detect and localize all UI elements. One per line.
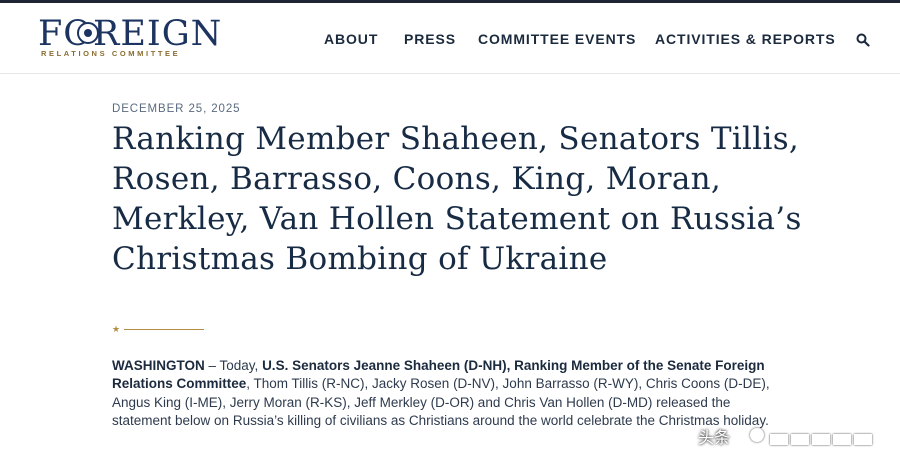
watermark-label: 头条 — [698, 428, 731, 447]
source-watermark: 头条 — [698, 424, 888, 448]
article-intro: WASHINGTON – Today, U.S. Senators Jeanne… — [112, 357, 777, 430]
site-header: FOREIGN RELATIONS COMMITTEE ABOUT PRESS … — [0, 3, 900, 74]
star-icon: ★ — [112, 324, 121, 334]
article-title: Ranking Member Shaheen, Senators Tillis,… — [112, 121, 802, 277]
article-date: DECEMBER 25, 2025 — [112, 103, 241, 115]
divider-rule — [124, 329, 204, 330]
nav-item-about[interactable]: ABOUT — [324, 31, 378, 47]
watermark-avatar — [750, 428, 764, 442]
main-nav: ABOUT PRESS COMMITTEE EVENTS ACTIVITIES … — [0, 31, 900, 51]
nav-item-activities-reports[interactable]: ACTIVITIES & REPORTS — [655, 31, 836, 47]
intro-text: – Today, — [204, 358, 263, 373]
nav-item-committee-events[interactable]: COMMITTEE EVENTS — [478, 31, 636, 47]
watermark-handle-redacted — [770, 430, 886, 445]
dateline: WASHINGTON — [112, 358, 205, 373]
search-icon[interactable] — [856, 33, 870, 47]
title-divider: ★ — [112, 324, 204, 335]
nav-item-press[interactable]: PRESS — [404, 31, 456, 47]
